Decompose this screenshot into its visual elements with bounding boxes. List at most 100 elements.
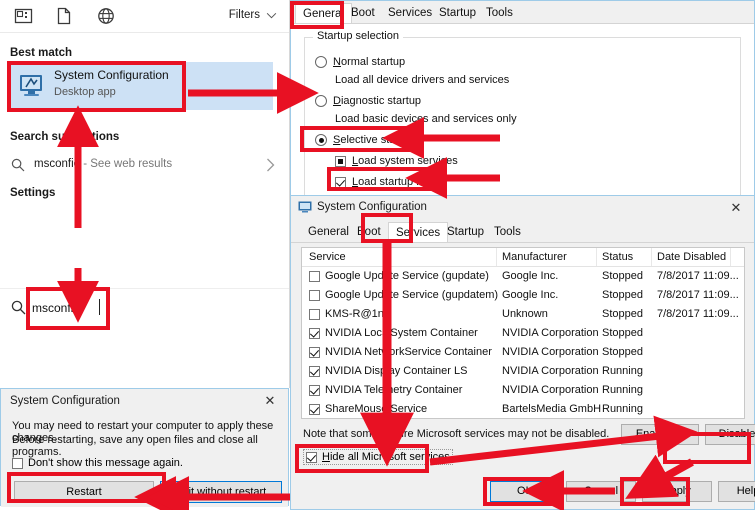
cell-service: NVIDIA LocalSystem Container (325, 327, 478, 339)
filters-button[interactable]: Filters (229, 9, 277, 21)
row-checkbox[interactable] (309, 347, 320, 358)
cell-service: Google Update Service (gupdate) (325, 270, 489, 282)
column-header-manufacturer[interactable]: Manufacturer (502, 251, 567, 263)
dont-show-again-checkbox[interactable]: Don't show this message again. (12, 457, 183, 469)
web-icon[interactable] (97, 7, 117, 26)
row-checkbox[interactable] (309, 385, 320, 396)
table-row[interactable]: NVIDIA Display Container LS NVIDIA Corpo… (302, 362, 744, 381)
start-menu-search-panel: Filters Best match System Configuration … (0, 0, 290, 388)
radio-dot (315, 95, 327, 107)
row-checkbox[interactable] (309, 309, 320, 320)
table-row[interactable]: NVIDIA NetworkService Container NVIDIA C… (302, 343, 744, 362)
column-header-status[interactable]: Status (602, 251, 633, 263)
table-row[interactable]: Google Update Service (gupdatem) Google … (302, 286, 744, 305)
apps-icon[interactable] (14, 7, 34, 26)
diagnostic-startup-description: Load basic devices and services only (335, 113, 517, 125)
help-button[interactable]: Help (718, 481, 755, 502)
row-checkbox[interactable] (309, 290, 320, 301)
best-match-subtitle: Desktop app (54, 86, 116, 98)
services-table-header: Service Manufacturer Status Date Disable… (302, 248, 744, 267)
cell-manufacturer: NVIDIA Corporation (502, 346, 599, 358)
column-divider[interactable] (651, 248, 652, 266)
radio-selective-startup[interactable]: Selective startup (315, 134, 414, 146)
search-suggestion-item[interactable]: msconfig - See web results (0, 150, 289, 180)
load-startup-items-label: Load startup items (352, 176, 443, 188)
table-row[interactable]: NVIDIA Telemetry Container NVIDIA Corpor… (302, 381, 744, 400)
best-match-result-system-configuration[interactable]: System Configuration Desktop app (8, 62, 273, 110)
tab-boot[interactable]: Boot (344, 3, 382, 24)
exit-without-restart-button[interactable]: Exit without restart (160, 481, 282, 503)
tab-tools[interactable]: Tools (487, 222, 528, 243)
column-divider[interactable] (496, 248, 497, 266)
cell-service: NVIDIA Telemetry Container (325, 384, 462, 396)
cell-date-disabled: 7/8/2017 11:09... (657, 270, 739, 282)
best-match-heading: Best match (10, 47, 72, 59)
cell-status: Running (602, 403, 643, 415)
best-match-title: System Configuration (54, 68, 169, 82)
document-icon[interactable] (56, 7, 76, 26)
secure-services-note: Note that some secure Microsoft services… (303, 428, 609, 440)
row-checkbox[interactable] (309, 366, 320, 377)
dont-show-again-label: Don't show this message again. (28, 457, 183, 469)
tab-tools[interactable]: Tools (479, 3, 520, 24)
cell-manufacturer: NVIDIA Corporation (502, 327, 599, 339)
checkbox-box (12, 458, 23, 469)
general-window-tabstrip: General Boot Services Startup Tools (291, 3, 754, 24)
chevron-down-icon (266, 12, 277, 19)
table-row[interactable]: NVIDIA LocalSystem Container NVIDIA Corp… (302, 324, 744, 343)
close-icon[interactable]: ✕ (258, 391, 282, 411)
search-icon (11, 158, 25, 172)
row-checkbox[interactable] (309, 328, 320, 339)
apply-button[interactable]: Apply (642, 481, 712, 502)
close-icon[interactable]: ✕ (724, 198, 748, 217)
checkbox-load-startup-items[interactable]: Load startup items (335, 176, 443, 188)
tab-general[interactable]: General (301, 222, 356, 243)
cell-status: Stopped (602, 289, 643, 301)
settings-heading: Settings (10, 187, 55, 199)
restart-dialog-body: You may need to restart your computer to… (1, 415, 288, 507)
search-suggestion-text: msconfig - See web results (34, 158, 172, 170)
radio-diagnostic-startup[interactable]: Diagnostic startup (315, 95, 421, 107)
tab-startup[interactable]: Startup (440, 222, 491, 243)
suggestion-suffix: - See web results (80, 158, 172, 170)
tab-startup[interactable]: Startup (432, 3, 483, 24)
row-checkbox[interactable] (309, 404, 320, 415)
tab-services[interactable]: Services (381, 3, 439, 24)
restart-dialog-title: System Configuration (10, 395, 120, 407)
checkbox-load-system-services[interactable]: Load system services (335, 155, 458, 167)
table-row[interactable]: KMS-R@1n Unknown Stopped 7/8/2017 11:09.… (302, 305, 744, 324)
search-input[interactable] (32, 298, 100, 318)
column-header-service[interactable]: Service (309, 251, 346, 263)
ok-button[interactable]: OK (490, 481, 560, 502)
cell-manufacturer: Google Inc. (502, 289, 558, 301)
services-table[interactable]: Service Manufacturer Status Date Disable… (301, 247, 745, 419)
cell-manufacturer: NVIDIA Corporation (502, 384, 599, 396)
restart-button[interactable]: Restart (14, 481, 154, 503)
cell-date-disabled: 7/8/2017 11:09... (657, 308, 739, 320)
checkbox-box (335, 156, 346, 167)
cell-manufacturer: BartelsMedia GmbH (502, 403, 601, 415)
row-checkbox[interactable] (309, 271, 320, 282)
checkbox-hide-all-microsoft-services[interactable]: Hide all Microsoft services (303, 449, 453, 465)
cell-service: NVIDIA NetworkService Container (325, 346, 492, 358)
hide-all-microsoft-services-label: Hide all Microsoft services (322, 451, 450, 463)
cell-service: ShareMouse Service (325, 403, 427, 415)
column-divider[interactable] (596, 248, 597, 266)
table-row[interactable]: ShareMouse Service BartelsMedia GmbH Run… (302, 400, 744, 419)
general-tab-panel: Startup selection Normal startup Load al… (291, 24, 754, 195)
search-bar (0, 288, 289, 329)
disable-all-button[interactable]: Disable all (705, 424, 755, 445)
cell-status: Stopped (602, 327, 643, 339)
column-divider[interactable] (730, 248, 731, 266)
cell-service: KMS-R@1n (325, 308, 384, 320)
cancel-button[interactable]: Cancel (566, 481, 636, 502)
system-configuration-general-window: General Boot Services Startup Tools Star… (290, 0, 755, 196)
table-row[interactable]: Google Update Service (gupdate) Google I… (302, 267, 744, 286)
column-header-date-disabled[interactable]: Date Disabled (657, 251, 726, 263)
tab-boot[interactable]: Boot (350, 222, 388, 243)
restart-dialog-titlebar: System Configuration ✕ (1, 389, 288, 415)
search-suggestions-heading: Search suggestions (10, 131, 119, 143)
radio-normal-startup[interactable]: Normal startup (315, 56, 405, 68)
enable-all-button[interactable]: Enable all (621, 424, 699, 445)
services-window-tabstrip: General Boot Services Startup Tools (291, 222, 754, 243)
